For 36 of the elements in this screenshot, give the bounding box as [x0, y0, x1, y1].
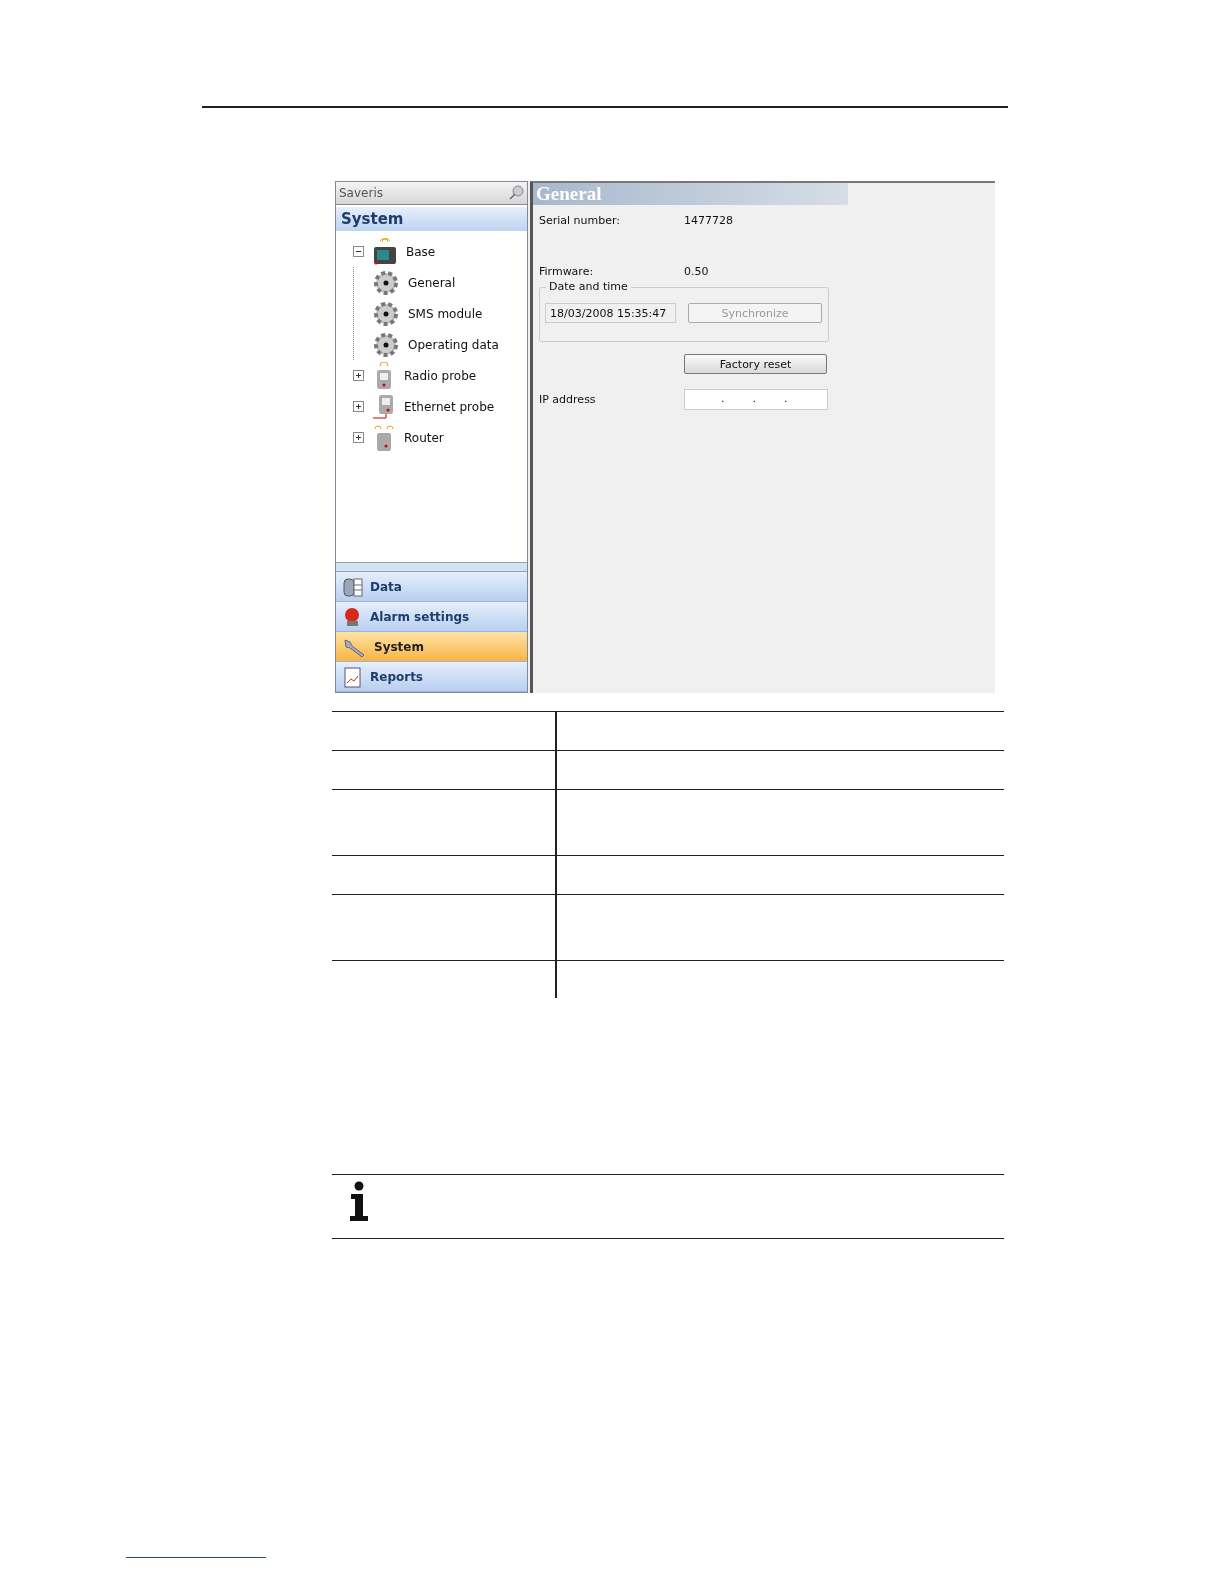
gear-icon	[372, 268, 400, 297]
nav-button[interactable]: Data	[336, 572, 527, 602]
nav-button[interactable]: Alarm settings	[336, 602, 527, 632]
nav-button[interactable]: System	[336, 632, 527, 662]
page-title: General	[533, 183, 848, 205]
ip-address-field[interactable]: . . .	[684, 388, 828, 410]
splitter-handle[interactable]	[336, 562, 527, 572]
tree-item[interactable]: SMS module	[408, 306, 483, 321]
report-icon	[342, 665, 364, 688]
gear-icon	[372, 330, 400, 359]
field-label: IP address	[539, 392, 597, 406]
field-value: 0.50	[684, 264, 709, 278]
section-title: System	[341, 210, 404, 228]
nav-button[interactable]: Reports	[336, 662, 527, 692]
probe-icon	[372, 392, 396, 421]
collapse-icon[interactable]	[353, 246, 364, 257]
tree-item[interactable]: Radio probe	[404, 368, 477, 383]
gear-icon	[372, 299, 400, 328]
expand-icon[interactable]	[353, 401, 364, 412]
expand-icon[interactable]	[353, 432, 364, 443]
factory-reset-button[interactable]: Factory reset	[684, 354, 827, 374]
field-label: Serial number:	[539, 213, 622, 227]
router-icon	[372, 423, 396, 452]
expand-icon[interactable]	[353, 370, 364, 381]
tree-item[interactable]: General	[408, 275, 456, 290]
tree-item[interactable]: Operating data	[408, 337, 499, 352]
panel-title: Saveris	[339, 186, 383, 200]
tree-item[interactable]: Base	[406, 244, 436, 259]
tree-item[interactable]: Router	[404, 430, 444, 445]
database-icon	[342, 575, 364, 598]
tree-item[interactable]: Ethernet probe	[404, 399, 495, 414]
field-label: Firmware:	[539, 264, 595, 278]
device-icon	[372, 237, 398, 266]
field-value: 1477728	[684, 213, 733, 227]
group-label: Date and time	[546, 280, 631, 293]
date-field[interactable]: 18/03/2008 15:35:47	[545, 303, 676, 323]
